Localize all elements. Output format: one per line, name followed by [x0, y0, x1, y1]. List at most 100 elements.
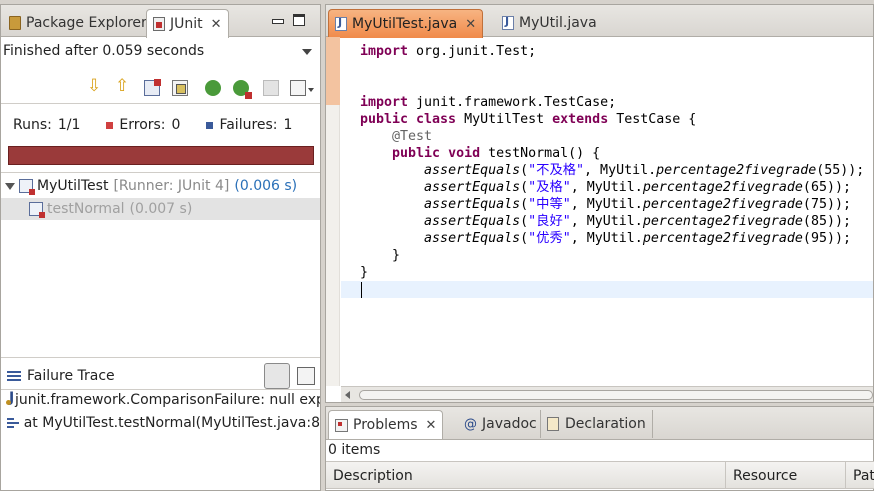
maximize-icon[interactable]: [293, 14, 305, 26]
compare-result-icon[interactable]: [297, 367, 315, 385]
test-method-name: testNormal: [47, 201, 125, 217]
close-icon[interactable]: ✕: [426, 418, 437, 433]
trace-line[interactable]: at MyUtilTest.testNormal(MyUtilTest.java…: [1, 412, 320, 434]
scroll-lock-icon[interactable]: [172, 80, 188, 96]
junit-status-text: Finished after 0.059 seconds: [3, 43, 205, 59]
close-icon[interactable]: ✕: [465, 17, 476, 32]
stack-frame-icon: [7, 418, 19, 428]
editor-tab-bar: MyUtilTest.java ✕ MyUtil.java: [326, 5, 873, 38]
problems-count: 0 items: [328, 442, 381, 458]
failures-icon: [206, 121, 214, 129]
tab-label: Declaration: [565, 416, 646, 432]
editor-gutter: [326, 37, 340, 386]
stack-trace-icon: [7, 371, 21, 381]
text-caret: [361, 282, 362, 298]
declaration-icon: [547, 417, 559, 431]
javadoc-icon: @: [464, 416, 477, 432]
close-icon[interactable]: ✕: [211, 17, 222, 32]
editor-area: MyUtilTest.java ✕ MyUtil.java import org…: [325, 4, 874, 403]
code-line: }: [360, 248, 401, 263]
code-line: assertEquals("良好", MyUtil.percentage2fiv…: [424, 214, 851, 229]
junit-counters: Runs: 1/1 Errors: 0 Failures: 1: [13, 117, 318, 133]
scrollbar-thumb[interactable]: [359, 390, 873, 400]
scroll-left-icon[interactable]: [345, 391, 350, 399]
failure-trace-title: Failure Trace: [27, 368, 115, 384]
column-path[interactable]: Pat: [846, 462, 874, 489]
junit-view: Package Explorer JUnit ✕ Finished after …: [0, 4, 321, 491]
java-file-icon: [502, 15, 514, 30]
trace-text: junit.framework.ComparisonFailure: null …: [15, 392, 321, 408]
errors-value: 0: [171, 117, 181, 133]
divider: [1, 172, 320, 173]
divider: [1, 357, 320, 358]
code-line: assertEquals("优秀", MyUtil.percentage2fiv…: [424, 231, 851, 246]
horizontal-scrollbar[interactable]: [341, 386, 873, 402]
code-editor[interactable]: import org.junit.Test; import junit.fram…: [360, 43, 873, 281]
failures-label: Failures:: [219, 117, 278, 133]
divider: [1, 103, 320, 104]
code-line: import org.junit.Test;: [360, 44, 537, 59]
java-file-icon: [335, 16, 347, 31]
problems-table-header: Description Resource Pat: [326, 461, 874, 489]
tab-label: Package Explorer: [26, 15, 147, 31]
test-progress-bar: [8, 146, 314, 165]
test-run-history-icon[interactable]: [290, 80, 306, 96]
tab-label: MyUtil.java: [519, 15, 597, 31]
expand-chevron-icon[interactable]: [5, 182, 15, 190]
test-failed-icon: [29, 202, 45, 218]
code-line: public class MyUtilTest extends TestCase…: [360, 112, 697, 127]
show-failures-only-icon[interactable]: [144, 79, 161, 96]
rerun-failed-first-icon[interactable]: [233, 80, 252, 99]
tab-label: Problems: [353, 417, 418, 433]
errors-label: Errors:: [119, 117, 166, 133]
code-line: }: [360, 265, 369, 280]
test-suite-failed-icon: [19, 179, 35, 195]
package-explorer-icon: [9, 16, 21, 30]
tab-myutil-java[interactable]: MyUtil.java: [496, 9, 603, 37]
tab-myutiltest-java[interactable]: MyUtilTest.java ✕: [328, 9, 484, 38]
view-menu-chevron-down-icon[interactable]: [302, 49, 312, 55]
runs-value: 1/1: [57, 117, 81, 133]
tab-junit[interactable]: JUnit ✕: [146, 9, 229, 38]
history-chevron-down-icon[interactable]: [308, 88, 314, 92]
filter-stack-trace-button[interactable]: [264, 363, 290, 389]
test-tree-root[interactable]: MyUtilTest [Runner: JUnit 4] (0.006 s): [1, 175, 320, 197]
tab-declaration[interactable]: Declaration: [540, 410, 653, 438]
current-line-highlight: [341, 281, 873, 298]
errors-icon: [106, 121, 114, 129]
minimize-icon[interactable]: [271, 14, 284, 26]
bottom-tab-bar: Problems ✕ @ Javadoc Declaration: [326, 407, 873, 440]
runner-label: [Runner: JUnit 4]: [113, 178, 230, 194]
code-line: assertEquals("中等", MyUtil.percentage2fiv…: [424, 197, 851, 212]
code-line: assertEquals("及格", MyUtil.percentage2fiv…: [424, 180, 851, 195]
runs-label: Runs:: [13, 117, 52, 133]
code-line: public void testNormal() {: [392, 146, 601, 161]
trace-text: at MyUtilTest.testNormal(MyUtilTest.java…: [23, 415, 320, 431]
trace-line[interactable]: junit.framework.ComparisonFailure: null …: [1, 389, 320, 411]
next-failure-icon[interactable]: [87, 76, 103, 96]
tab-package-explorer[interactable]: Package Explorer: [3, 9, 153, 37]
stop-test-run-icon: [263, 80, 279, 96]
tab-label: JUnit: [170, 16, 203, 32]
previous-failure-icon[interactable]: [115, 76, 131, 96]
junit-icon: [153, 17, 165, 31]
left-tab-bar: Package Explorer JUnit ✕: [1, 5, 320, 38]
test-class-time: (0.006 s): [234, 178, 298, 194]
test-class-name: MyUtilTest: [37, 178, 109, 194]
rerun-test-icon[interactable]: [205, 80, 221, 96]
test-method-time: (0.007 s): [129, 201, 193, 217]
tab-label: Javadoc: [482, 416, 537, 432]
column-description[interactable]: Description: [326, 462, 726, 489]
tab-label: MyUtilTest.java: [352, 16, 458, 32]
tab-problems[interactable]: Problems ✕: [328, 410, 444, 439]
tab-javadoc[interactable]: @ Javadoc: [458, 410, 543, 438]
column-resource[interactable]: Resource: [726, 462, 846, 489]
test-tree-item[interactable]: testNormal (0.007 s): [1, 198, 320, 220]
code-line: assertEquals("不及格", MyUtil.percentage2fi…: [424, 163, 865, 178]
code-line: @Test: [360, 129, 433, 144]
failures-value: 1: [283, 117, 293, 133]
change-marker: [326, 37, 340, 105]
problems-icon: [335, 418, 348, 432]
